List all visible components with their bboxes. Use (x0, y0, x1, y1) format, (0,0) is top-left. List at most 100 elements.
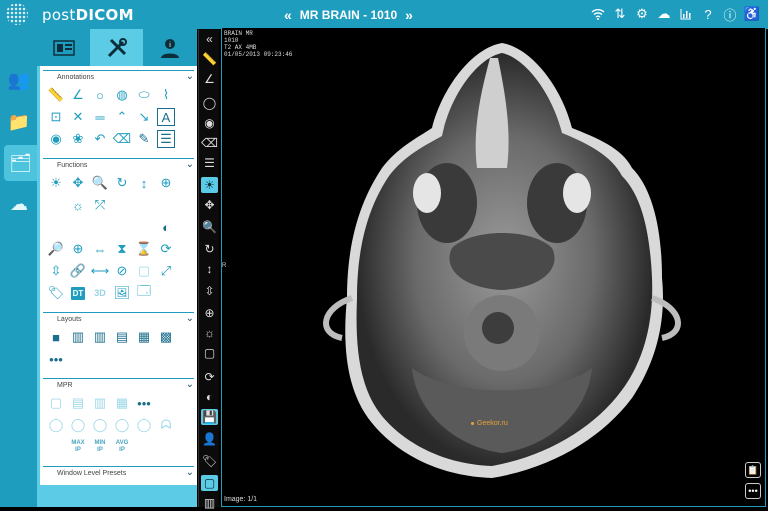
tab-tools[interactable] (90, 29, 143, 66)
cloud-icon[interactable]: ☁ (656, 5, 672, 23)
cross-icon[interactable]: ✕ (67, 106, 89, 128)
text-annotation-icon[interactable]: A (155, 106, 177, 128)
freehand-icon[interactable]: ⌇ (155, 84, 177, 106)
layout-1x1-icon[interactable]: ■ (45, 326, 67, 348)
invert-icon[interactable]: ◐ (155, 216, 177, 238)
ellipse-icon[interactable]: ⬭ (133, 84, 155, 106)
info-icon[interactable]: ⓘ (722, 5, 738, 23)
head-side-icon[interactable]: ◯ (89, 414, 111, 436)
eraser-icon[interactable]: ⌫ (111, 128, 133, 150)
angle-icon[interactable]: ∠ (67, 84, 89, 106)
link-icon[interactable]: 🔗 (67, 260, 89, 282)
polyline-icon[interactable]: ⌃ (111, 106, 133, 128)
blank-frame-icon[interactable]: ▢ (133, 260, 155, 282)
window-level-icon[interactable]: ☀ (201, 177, 218, 193)
undo-icon[interactable]: ↶ (89, 128, 111, 150)
pan-icon[interactable]: ✥ (201, 197, 218, 213)
eye-icon[interactable]: ◉ (45, 128, 67, 150)
chevron-down-icon[interactable]: ⌄ (186, 468, 194, 478)
chevron-down-icon[interactable]: ⌄ (186, 314, 194, 324)
arrow-icon[interactable]: ↘ (133, 106, 155, 128)
rotate-icon[interactable]: ↻ (111, 172, 133, 194)
circle-icon[interactable]: ◉ (201, 115, 218, 131)
feet-icon[interactable]: ᗣ (155, 414, 177, 436)
image-viewport[interactable]: BRAIN MR 1010 T2 AX 4MB 01/05/2013 09:23… (221, 27, 766, 507)
window-level-icon[interactable]: ☀ (45, 172, 67, 194)
hatched-circle-icon[interactable]: ◍ (111, 84, 133, 106)
avg-ip-button[interactable]: AVG IP (111, 436, 133, 458)
brightness-icon[interactable]: ☼ (201, 325, 218, 341)
mpr-layout-3-icon[interactable]: ▥ (89, 392, 111, 414)
users-icon[interactable]: 👥 (6, 67, 32, 93)
studies-icon[interactable]: 🗂 (4, 145, 37, 181)
flip-horizontal-icon[interactable]: ⇔ (89, 238, 111, 260)
accessibility-icon[interactable]: ♿ (744, 5, 760, 23)
move-image-icon[interactable]: ⤱ (89, 194, 111, 216)
mpr-more-icon[interactable]: ••• (133, 392, 155, 414)
mpr-layout-1-icon[interactable]: ▢ (45, 392, 67, 414)
person-icon[interactable]: 👤 (201, 431, 218, 447)
hourglass-icon[interactable]: ⌛ (133, 238, 155, 260)
layout-2x2-icon[interactable]: ▦ (133, 326, 155, 348)
annotation-list-icon[interactable]: ☰ (155, 128, 177, 150)
brightness-icon[interactable]: ☼ (67, 194, 89, 216)
head-front-icon[interactable]: ◯ (67, 414, 89, 436)
gear-icon[interactable]: ⚙ (634, 5, 650, 23)
sync-icon[interactable]: ⟷ (89, 260, 111, 282)
stack-icon[interactable]: ⇳ (201, 283, 218, 299)
layout-3x3-icon[interactable]: ▩ (155, 326, 177, 348)
annotation-list-icon[interactable]: ☰ (201, 155, 218, 171)
crosshair-icon[interactable]: ⊕ (201, 305, 218, 321)
ellipse-icon[interactable]: ◯ (201, 95, 218, 111)
tag-icon[interactable]: 🏷 (45, 282, 67, 304)
parallel-lines-icon[interactable]: ═ (89, 106, 111, 128)
blank-frame-icon[interactable]: ▢ (201, 475, 218, 491)
head-top-icon[interactable]: ◯ (133, 414, 155, 436)
export-image-icon[interactable]: 🗔 (133, 282, 155, 304)
head-sagittal-icon[interactable]: ◯ (45, 414, 67, 436)
zoom-in-icon[interactable]: ⊕ (67, 238, 89, 260)
sort-icon[interactable]: ⇅ (612, 5, 628, 23)
cine-icon[interactable]: ⟳ (201, 369, 218, 385)
image-icon[interactable]: 🖼 (111, 282, 133, 304)
next-study-button[interactable]: » (405, 7, 413, 23)
mpr-layout-2-icon[interactable]: ▤ (67, 392, 89, 414)
chart-icon[interactable] (678, 5, 694, 23)
tag-icon[interactable]: 🏷 (201, 453, 218, 469)
mpr-layout-4-icon[interactable]: ▦ (111, 392, 133, 414)
layout-1x3-icon[interactable]: ▥ (89, 326, 111, 348)
collapse-panel-icon[interactable]: « (201, 31, 218, 47)
chevron-down-icon[interactable]: ⌄ (186, 160, 194, 170)
ruler-icon[interactable]: 📏 (201, 51, 218, 67)
crosshair-icon[interactable]: ⊕ (155, 172, 177, 194)
head-back-icon[interactable]: ◯ (111, 414, 133, 436)
pan-icon[interactable]: ✥ (67, 172, 89, 194)
cine-icon[interactable]: ⟳ (155, 238, 177, 260)
scroll-icon[interactable]: ↕ (133, 172, 155, 194)
zoom-icon[interactable]: 🔍 (89, 172, 111, 194)
ruler-icon[interactable]: 📏 (45, 84, 67, 106)
scroll-icon[interactable]: ↕ (201, 261, 218, 277)
help-icon[interactable]: ? (700, 5, 716, 23)
angle-icon[interactable]: ∠ (201, 71, 218, 87)
chevron-down-icon[interactable]: ⌄ (186, 72, 194, 82)
zoom-icon[interactable]: 🔍 (201, 219, 218, 235)
max-ip-button[interactable]: MAX IP (67, 436, 89, 458)
eraser-icon[interactable]: ⌫ (201, 135, 218, 151)
layout-2x1-icon[interactable]: ▤ (111, 326, 133, 348)
min-ip-button[interactable]: MIN IP (89, 436, 111, 458)
tab-viewer-list[interactable] (37, 29, 90, 66)
layout-1x2-icon[interactable]: ▥ (67, 326, 89, 348)
reference-lines-icon[interactable]: ⊘ (111, 260, 133, 282)
clipboard-icon[interactable]: 📋 (745, 462, 761, 478)
3d-button[interactable]: 3D (89, 282, 111, 304)
more-options-icon[interactable]: ••• (745, 483, 761, 499)
tab-patient-info[interactable]: i (143, 29, 196, 66)
more-layouts-icon[interactable]: ••• (45, 348, 67, 370)
rotate-icon[interactable]: ↻ (201, 241, 218, 257)
circle-icon[interactable]: ○ (89, 84, 111, 106)
cloud-upload-icon[interactable]: ☁ (6, 191, 32, 217)
save-icon[interactable]: 💾 (201, 409, 218, 425)
stack-icon[interactable]: ⇳ (45, 260, 67, 282)
flip-vertical-icon[interactable]: ⧗ (111, 238, 133, 260)
